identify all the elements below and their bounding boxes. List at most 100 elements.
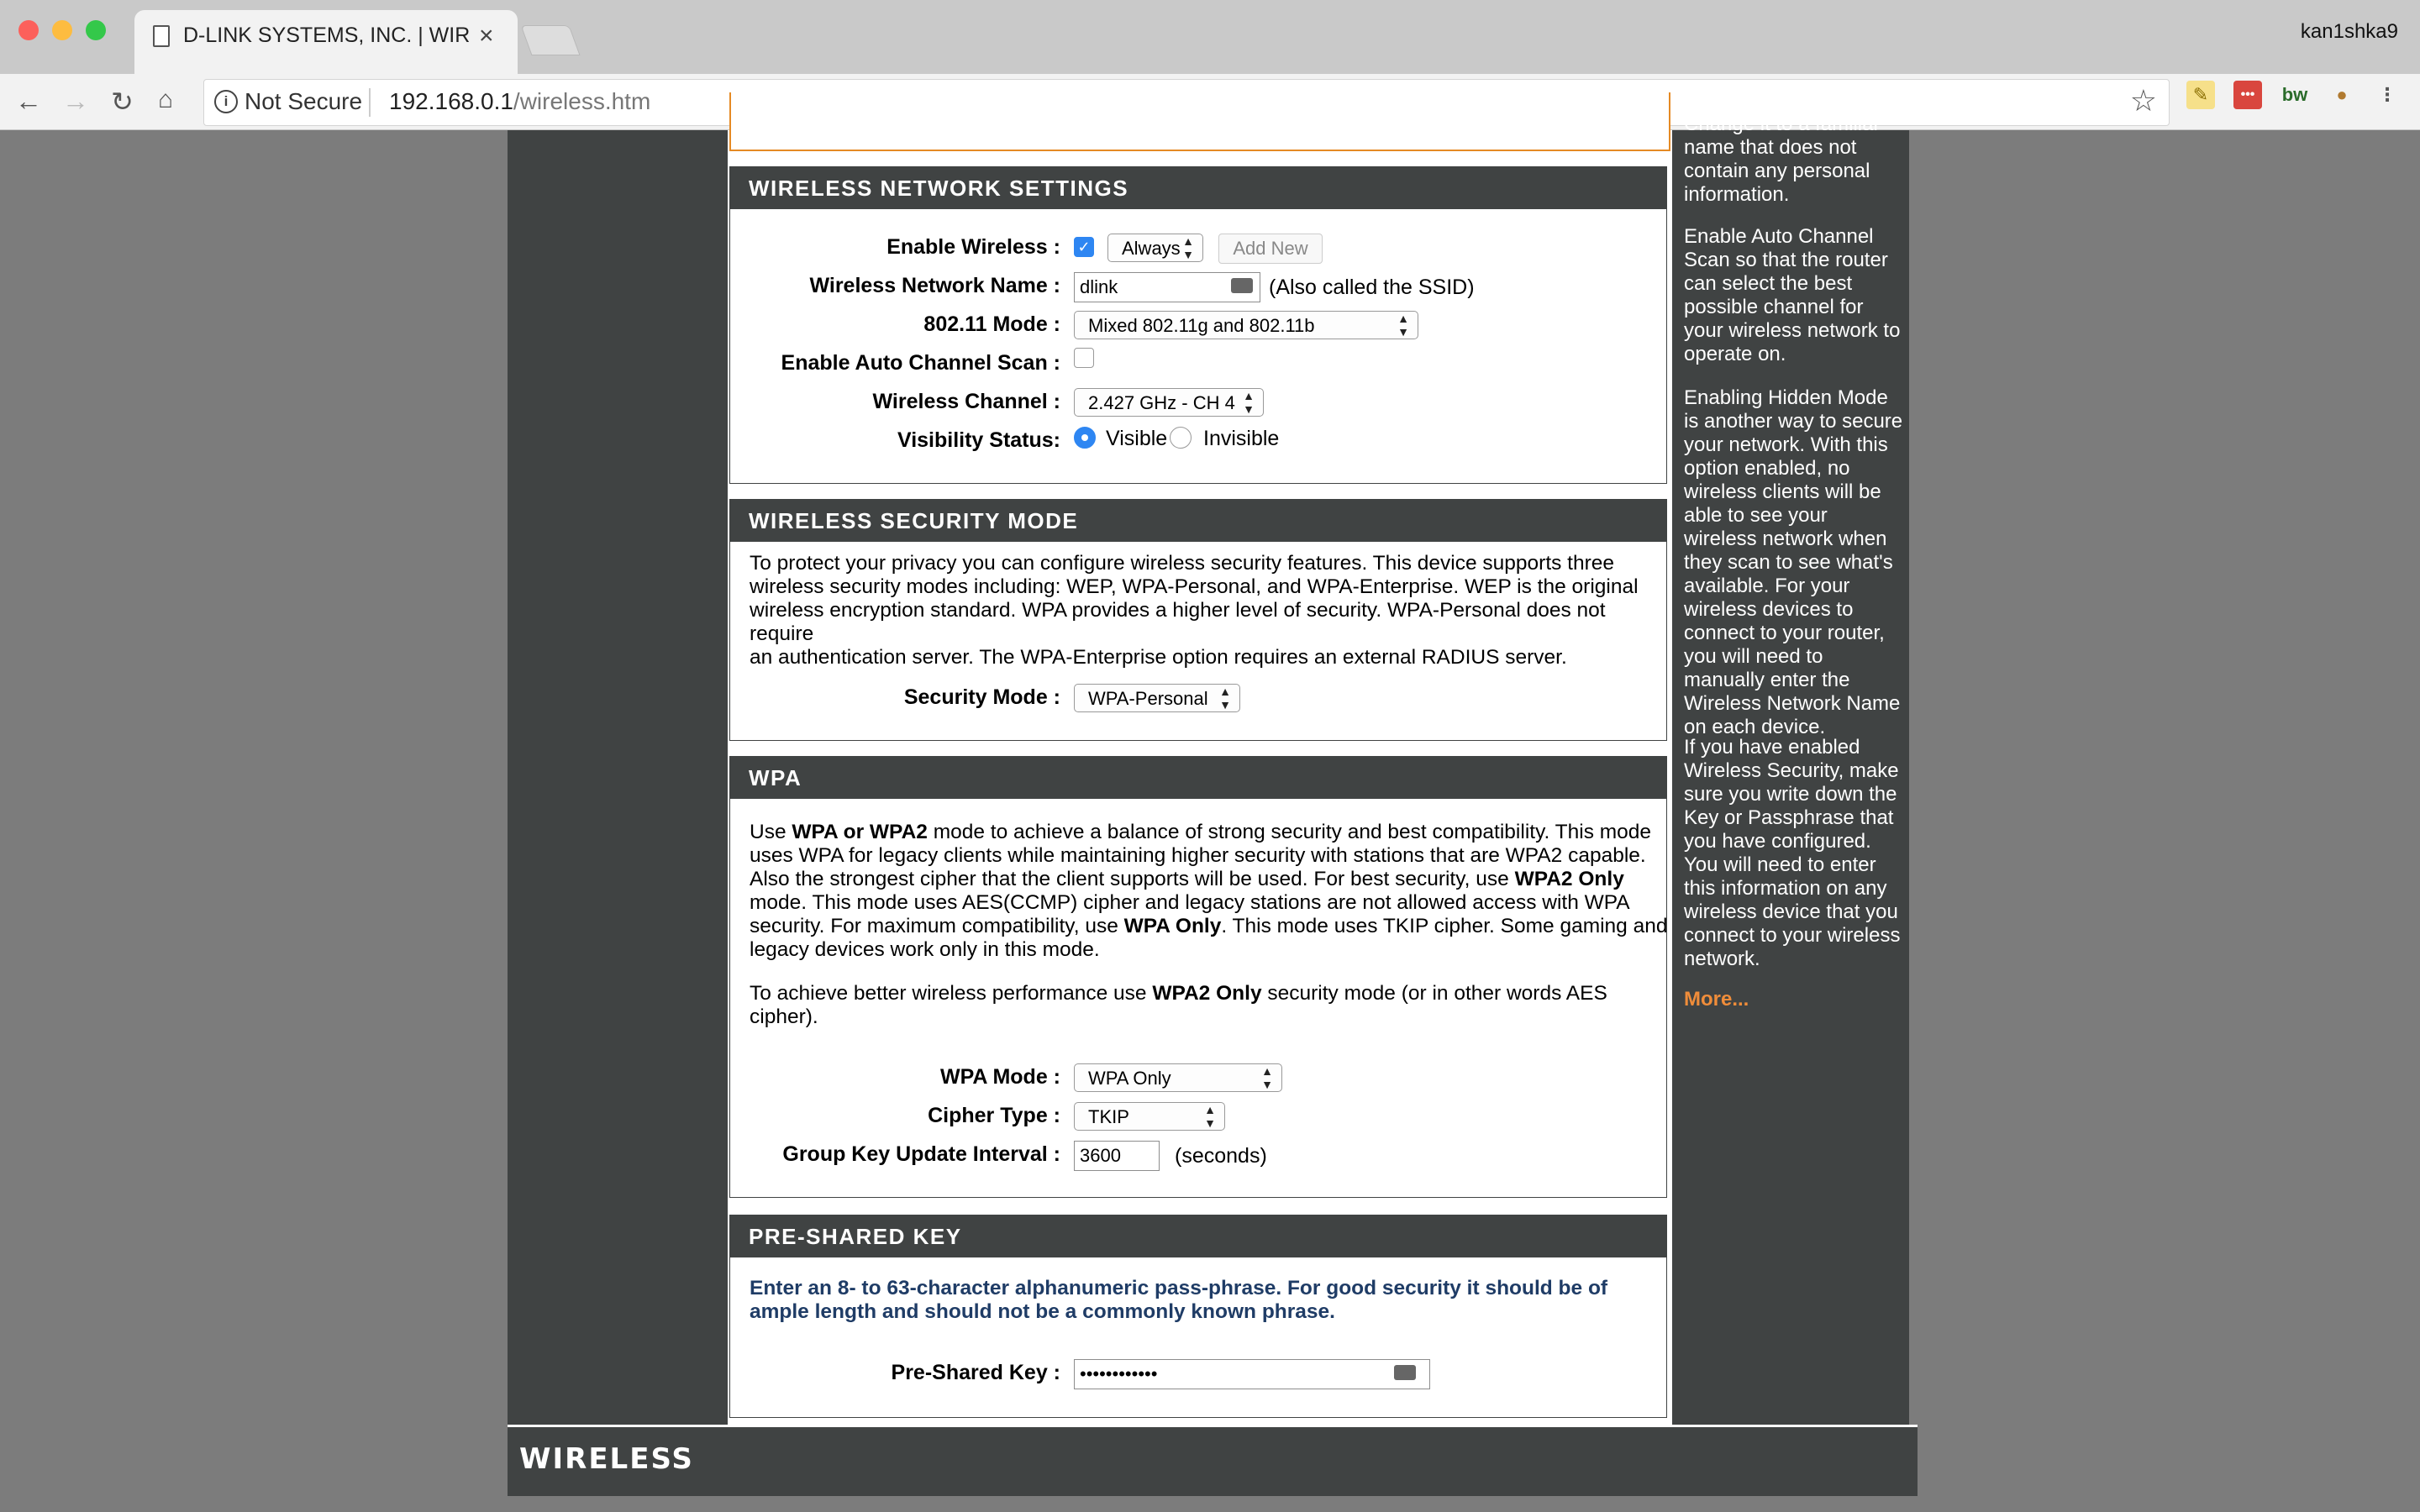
text: . This mode uses TKIP cipher. Some gamin…	[1221, 915, 1668, 937]
security-mode-label: Security Mode :	[903, 685, 1060, 709]
wireless-channel-value: 2.427 GHz - CH 4	[1088, 392, 1235, 413]
wpa-mode-select[interactable]: WPA Only ▲ ▼	[1074, 1063, 1282, 1092]
extension-bw-icon[interactable]: bw	[2281, 81, 2309, 109]
url-host: 192.168.0.1	[389, 88, 513, 114]
forward-arrow-icon[interactable]: →	[62, 86, 89, 117]
extension-lastpass-icon[interactable]: •••	[2233, 81, 2262, 109]
maximize-window-button[interactable]	[86, 20, 106, 40]
pre-shared-key-value: ••••••••••••	[1080, 1363, 1158, 1384]
security-description: To protect your privacy you can configur…	[750, 552, 1674, 669]
text: To achieve better wireless performance u…	[750, 982, 1153, 1005]
pre-shared-key-label: Pre-Shared Key :	[891, 1361, 1060, 1384]
back-arrow-icon[interactable]: ←	[15, 86, 42, 117]
bold-text: WPA Only	[1123, 915, 1222, 937]
close-window-button[interactable]	[18, 20, 39, 40]
extension-cookie-icon[interactable]: ●	[2328, 81, 2356, 109]
auto-channel-checkbox[interactable]	[1074, 348, 1094, 368]
security-mode-value: WPA-Personal	[1088, 688, 1208, 709]
select-arrows-icon: ▲ ▼	[1204, 1103, 1216, 1130]
save-settings-box	[729, 92, 1670, 151]
reload-icon[interactable]: ↻	[111, 86, 134, 118]
bold-text: WPA or WPA2	[792, 821, 928, 843]
wpa-text-line: uses WPA for legacy clients while mainta…	[750, 844, 1646, 867]
description-line: an authentication server. The WPA-Enterp…	[750, 646, 1567, 669]
minimize-window-button[interactable]	[52, 20, 72, 40]
schedule-select[interactable]: Always ▲ ▼	[1107, 234, 1203, 262]
cipher-type-select[interactable]: TKIP ▲ ▼	[1074, 1102, 1225, 1131]
description-line: wireless encryption standard. WPA provid…	[750, 599, 1606, 645]
wpa-text-line: mode. This mode uses AES(CCMP) cipher an…	[750, 891, 1630, 914]
channel-label: Wireless Channel :	[872, 390, 1060, 413]
section-title: WIRELESS SECURITY MODE	[730, 500, 1666, 542]
cipher-type-value: TKIP	[1088, 1106, 1129, 1127]
text: security mode (or in other words AES	[1261, 982, 1607, 1005]
profile-name[interactable]: kan1shka9	[2301, 20, 2398, 44]
section-title: WPA	[730, 757, 1666, 799]
interval-unit: (seconds)	[1175, 1144, 1267, 1168]
url-path: /wireless.htm	[513, 88, 651, 114]
browser-titlebar: D-LINK SYSTEMS, INC. | WIRELESS × kan1sh…	[0, 0, 2420, 74]
security-indicator[interactable]: Not Secure	[245, 88, 362, 115]
bold-text: WPA2 Only	[1152, 982, 1262, 1005]
invisible-radio[interactable]	[1170, 427, 1192, 449]
help-paragraph: Enable Auto Channel Scan so that the rou…	[1684, 225, 1901, 365]
network-name-value: dlink	[1080, 276, 1118, 297]
select-arrows-icon: ▲ ▼	[1261, 1064, 1273, 1091]
wireless-mode-select[interactable]: Mixed 802.11g and 802.11b ▲ ▼	[1074, 311, 1418, 339]
hint-line: ample length and should not be a commonl…	[750, 1300, 1335, 1323]
bold-text: WPA2 Only	[1514, 868, 1624, 890]
visibility-label: Visibility Status:	[897, 428, 1060, 452]
help-paragraph: If you have enabled Wireless Security, m…	[1684, 736, 1901, 970]
section-title: PRE-SHARED KEY	[730, 1215, 1666, 1257]
wpa-text-line: legacy devices work only in this mode.	[750, 938, 1100, 961]
security-mode-select[interactable]: WPA-Personal ▲ ▼	[1074, 684, 1240, 712]
wireless-channel-select[interactable]: 2.427 GHz - CH 4 ▲ ▼	[1074, 388, 1264, 417]
tab-title: D-LINK SYSTEMS, INC. | WIRELESS	[183, 24, 469, 47]
footer-logo: WIRELESS	[519, 1442, 694, 1476]
select-arrows-icon: ▲ ▼	[1182, 234, 1194, 261]
add-new-button[interactable]: Add New	[1218, 234, 1323, 264]
info-icon[interactable]: i	[214, 90, 238, 113]
schedule-value: Always	[1122, 238, 1181, 259]
wireless-mode-value: Mixed 802.11g and 802.11b	[1088, 315, 1315, 336]
hint-line: Enter an 8- to 63-character alphanumeric…	[750, 1277, 1608, 1299]
menu-dots-icon[interactable]: ⋮	[2378, 81, 2396, 109]
browser-tab[interactable]: D-LINK SYSTEMS, INC. | WIRELESS ×	[134, 10, 518, 74]
close-tab-icon[interactable]: ×	[479, 22, 494, 50]
bookmark-star-icon[interactable]: ☆	[2130, 83, 2157, 118]
text: mode to achieve a balance of strong secu…	[927, 821, 1652, 843]
keyboard-icon	[1394, 1365, 1416, 1380]
select-arrows-icon: ▲ ▼	[1397, 312, 1409, 339]
wpa-description: Use WPA or WPA2 mode to achieve a balanc…	[750, 821, 1674, 1029]
left-navigation-panel	[508, 130, 728, 1428]
group-key-interval-input[interactable]: 3600	[1074, 1141, 1160, 1171]
mode-label: 802.11 Mode :	[923, 312, 1060, 336]
home-icon[interactable]: ⌂	[158, 86, 173, 114]
wpa-text-line: Use WPA or WPA2 mode to achieve a balanc…	[750, 821, 1674, 844]
enable-wireless-checkbox[interactable]: ✓	[1074, 237, 1094, 257]
description-line: To protect your privacy you can configur…	[750, 552, 1615, 575]
help-paragraph: Enabling Hidden Mode is another way to s…	[1684, 386, 1903, 738]
section-title: WIRELESS NETWORK SETTINGS	[730, 167, 1666, 209]
pre-shared-key-hint: Enter an 8- to 63-character alphanumeric…	[750, 1277, 1674, 1324]
url-text[interactable]: 192.168.0.1/wireless.htm	[389, 88, 650, 115]
network-name-input[interactable]: dlink	[1074, 272, 1260, 302]
group-key-interval-label: Group Key Update Interval :	[782, 1142, 1060, 1166]
wpa-mode-value: WPA Only	[1088, 1068, 1171, 1089]
select-arrows-icon: ▲ ▼	[1243, 389, 1255, 416]
visible-radio[interactable]	[1074, 427, 1096, 449]
text: Also the strongest cipher that the clien…	[750, 868, 1515, 890]
wpa-text-line: cipher).	[750, 1005, 818, 1028]
auto-channel-label: Enable Auto Channel Scan :	[781, 351, 1060, 375]
new-tab-button[interactable]	[520, 25, 581, 55]
cipher-type-label: Cipher Type :	[928, 1104, 1060, 1127]
ssid-note: (Also called the SSID)	[1269, 276, 1475, 299]
visible-label: Visible	[1106, 427, 1168, 450]
help-more-link[interactable]: More...	[1684, 988, 1749, 1011]
extension-notes-icon[interactable]: ✎	[2186, 81, 2215, 109]
wpa-text-line: Also the strongest cipher that the clien…	[750, 868, 1674, 891]
invisible-label: Invisible	[1203, 427, 1280, 450]
pre-shared-key-input[interactable]: ••••••••••••	[1074, 1359, 1430, 1389]
address-separator	[369, 88, 371, 117]
